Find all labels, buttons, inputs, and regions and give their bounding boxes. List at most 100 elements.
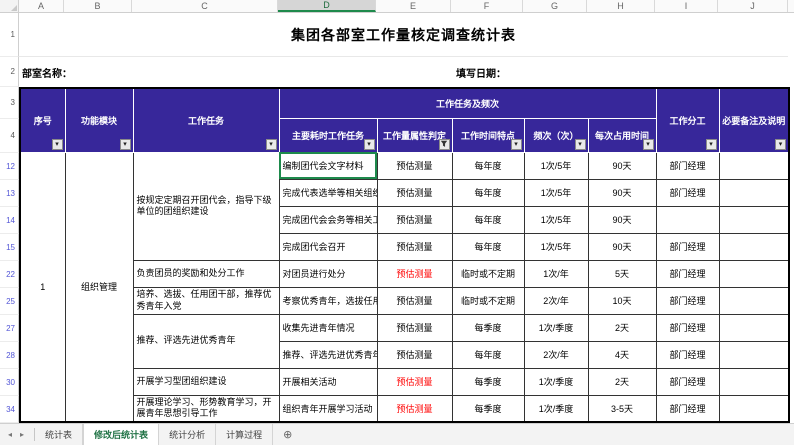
header-duration[interactable]: 每次占用时间▾ (588, 118, 656, 152)
filter-dropdown-icon[interactable]: ▾ (775, 139, 786, 150)
cell-main-task[interactable]: 开展相关活动 (279, 368, 377, 395)
column-header[interactable]: G (523, 0, 587, 12)
header-attr[interactable]: 工作量属性判定 (377, 118, 452, 152)
cell-main-task[interactable]: 收集先进青年情况 (279, 314, 377, 341)
cell-duration[interactable]: 90天 (588, 179, 656, 206)
row-header[interactable]: 2 (0, 57, 19, 87)
column-header[interactable]: E (376, 0, 451, 12)
cell-attr[interactable]: 预估测量 (377, 233, 452, 260)
column-header[interactable]: A (19, 0, 64, 12)
cell-remark[interactable] (719, 287, 789, 314)
filter-dropdown-icon[interactable]: ▾ (266, 139, 277, 150)
cell-task[interactable]: 按规定定期召开团代会，指导下级单位的团组织建设 (133, 152, 279, 260)
cell-division[interactable]: 部门经理 (656, 233, 719, 260)
cell-freq[interactable]: 1次/季度 (524, 314, 588, 341)
filter-dropdown-icon[interactable]: ▾ (52, 139, 63, 150)
cell-duration[interactable]: 10天 (588, 287, 656, 314)
filter-dropdown-icon[interactable]: ▾ (364, 139, 375, 150)
cell-freq[interactable]: 1次/5年 (524, 179, 588, 206)
cell-attr[interactable]: 预估测量 (377, 314, 452, 341)
cell-remark[interactable] (719, 152, 789, 179)
row-header-filtered[interactable]: 30 (0, 369, 19, 396)
cell-division[interactable]: 部门经理 (656, 152, 719, 179)
filter-dropdown-icon[interactable]: ▾ (120, 139, 131, 150)
cell-task[interactable]: 培养、选拔、任用团干部，推荐优秀青年入党 (133, 287, 279, 314)
sheet-tab[interactable]: 统计分析 (159, 424, 216, 445)
row-header-filtered[interactable]: 13 (0, 180, 19, 207)
cell-main-task[interactable]: 完成代表选举等相关组织工作 (279, 179, 377, 206)
cell-freq[interactable]: 2次/年 (524, 287, 588, 314)
cell-division[interactable]: 部门经理 (656, 179, 719, 206)
cell-main-task[interactable]: 组织青年开展学习活动 (279, 395, 377, 422)
row-header[interactable]: 3 (0, 87, 19, 119)
cell-time[interactable]: 临时或不定期 (452, 287, 524, 314)
cell-freq[interactable]: 1次/5年 (524, 206, 588, 233)
header-task[interactable]: 工作任务▾ (133, 88, 279, 152)
cell-time[interactable]: 每年度 (452, 152, 524, 179)
column-header[interactable]: H (587, 0, 655, 12)
cell-division[interactable]: 部门经理 (656, 395, 719, 422)
cell-duration[interactable]: 5天 (588, 260, 656, 287)
filter-dropdown-icon[interactable]: ▾ (643, 139, 654, 150)
row-header-filtered[interactable]: 12 (0, 153, 19, 180)
cell-remark[interactable] (719, 314, 789, 341)
cell-freq[interactable]: 2次/年 (524, 341, 588, 368)
cell-attr[interactable]: 预估测量 (377, 260, 452, 287)
row-header[interactable]: 4 (0, 119, 19, 153)
cell-duration[interactable]: 90天 (588, 206, 656, 233)
cell-duration[interactable]: 90天 (588, 233, 656, 260)
cell-freq[interactable]: 1次/5年 (524, 233, 588, 260)
filter-applied-icon[interactable] (439, 139, 450, 150)
cell-time[interactable]: 每年度 (452, 206, 524, 233)
cell-division[interactable]: 部门经理 (656, 287, 719, 314)
cell-remark[interactable] (719, 341, 789, 368)
cell-main-task[interactable]: 完成团代会会务等相关工作 (279, 206, 377, 233)
header-seq[interactable]: 序号▾ (20, 88, 65, 152)
cell-division[interactable]: 部门经理 (656, 314, 719, 341)
cell-attr[interactable]: 预估测量 (377, 368, 452, 395)
cell-remark[interactable] (719, 395, 789, 422)
cell-attr[interactable]: 预估测量 (377, 341, 452, 368)
cell-freq[interactable]: 1次/年 (524, 260, 588, 287)
cell-task[interactable]: 推荐、评选先进优秀青年 (133, 314, 279, 368)
cell-division[interactable]: 部门经理 (656, 260, 719, 287)
cell-division[interactable]: 部门经理 (656, 368, 719, 395)
cell-division[interactable]: 部门经理 (656, 341, 719, 368)
sheet-title[interactable]: 集团各部室工作量核定调查统计表 (291, 25, 516, 45)
cell-time[interactable]: 每季度 (452, 314, 524, 341)
cell-attr[interactable]: 预估测量 (377, 206, 452, 233)
sheet-tab[interactable]: 计算过程 (216, 424, 273, 445)
header-division[interactable]: 工作分工▾ (656, 88, 719, 152)
header-module[interactable]: 功能模块▾ (65, 88, 133, 152)
row-header-filtered[interactable]: 34 (0, 396, 19, 423)
sheet-tab[interactable]: 统计表 (35, 424, 83, 445)
cell-time[interactable]: 每年度 (452, 179, 524, 206)
cell-duration[interactable]: 90天 (588, 152, 656, 179)
cell-main-task[interactable]: 对团员进行处分 (279, 260, 377, 287)
cell-freq[interactable]: 1次/季度 (524, 395, 588, 422)
column-header[interactable]: J (718, 0, 788, 12)
cell-remark[interactable] (719, 206, 789, 233)
filter-dropdown-icon[interactable]: ▾ (511, 139, 522, 150)
cell-attr[interactable]: 预估测量 (377, 395, 452, 422)
cell-attr[interactable]: 预估测量 (377, 287, 452, 314)
header-remarks[interactable]: 必要备注及说明▾ (719, 88, 789, 152)
cell-attr[interactable]: 预估测量 (377, 152, 452, 179)
row-header-filtered[interactable]: 25 (0, 288, 19, 315)
cell-main-task[interactable]: 推荐、评选先进优秀青年 (279, 341, 377, 368)
header-frequency[interactable]: 频次（次）▾ (524, 118, 588, 152)
column-header[interactable]: C (132, 0, 278, 12)
cell-remark[interactable] (719, 179, 789, 206)
cell-freq[interactable]: 1次/5年 (524, 152, 588, 179)
column-header[interactable]: B (64, 0, 132, 12)
cell-time[interactable]: 临时或不定期 (452, 260, 524, 287)
cell-freq[interactable]: 1次/季度 (524, 368, 588, 395)
filter-dropdown-icon[interactable]: ▾ (706, 139, 717, 150)
cell-remark[interactable] (719, 368, 789, 395)
row-header-filtered[interactable]: 15 (0, 234, 19, 261)
header-main-task[interactable]: 主要耗时工作任务▾ (279, 118, 377, 152)
fill-date-label[interactable]: 填写日期： (456, 65, 506, 80)
cell-duration[interactable]: 2天 (588, 368, 656, 395)
cell-main-task[interactable]: 完成团代会召开 (279, 233, 377, 260)
cell-remark[interactable] (719, 260, 789, 287)
